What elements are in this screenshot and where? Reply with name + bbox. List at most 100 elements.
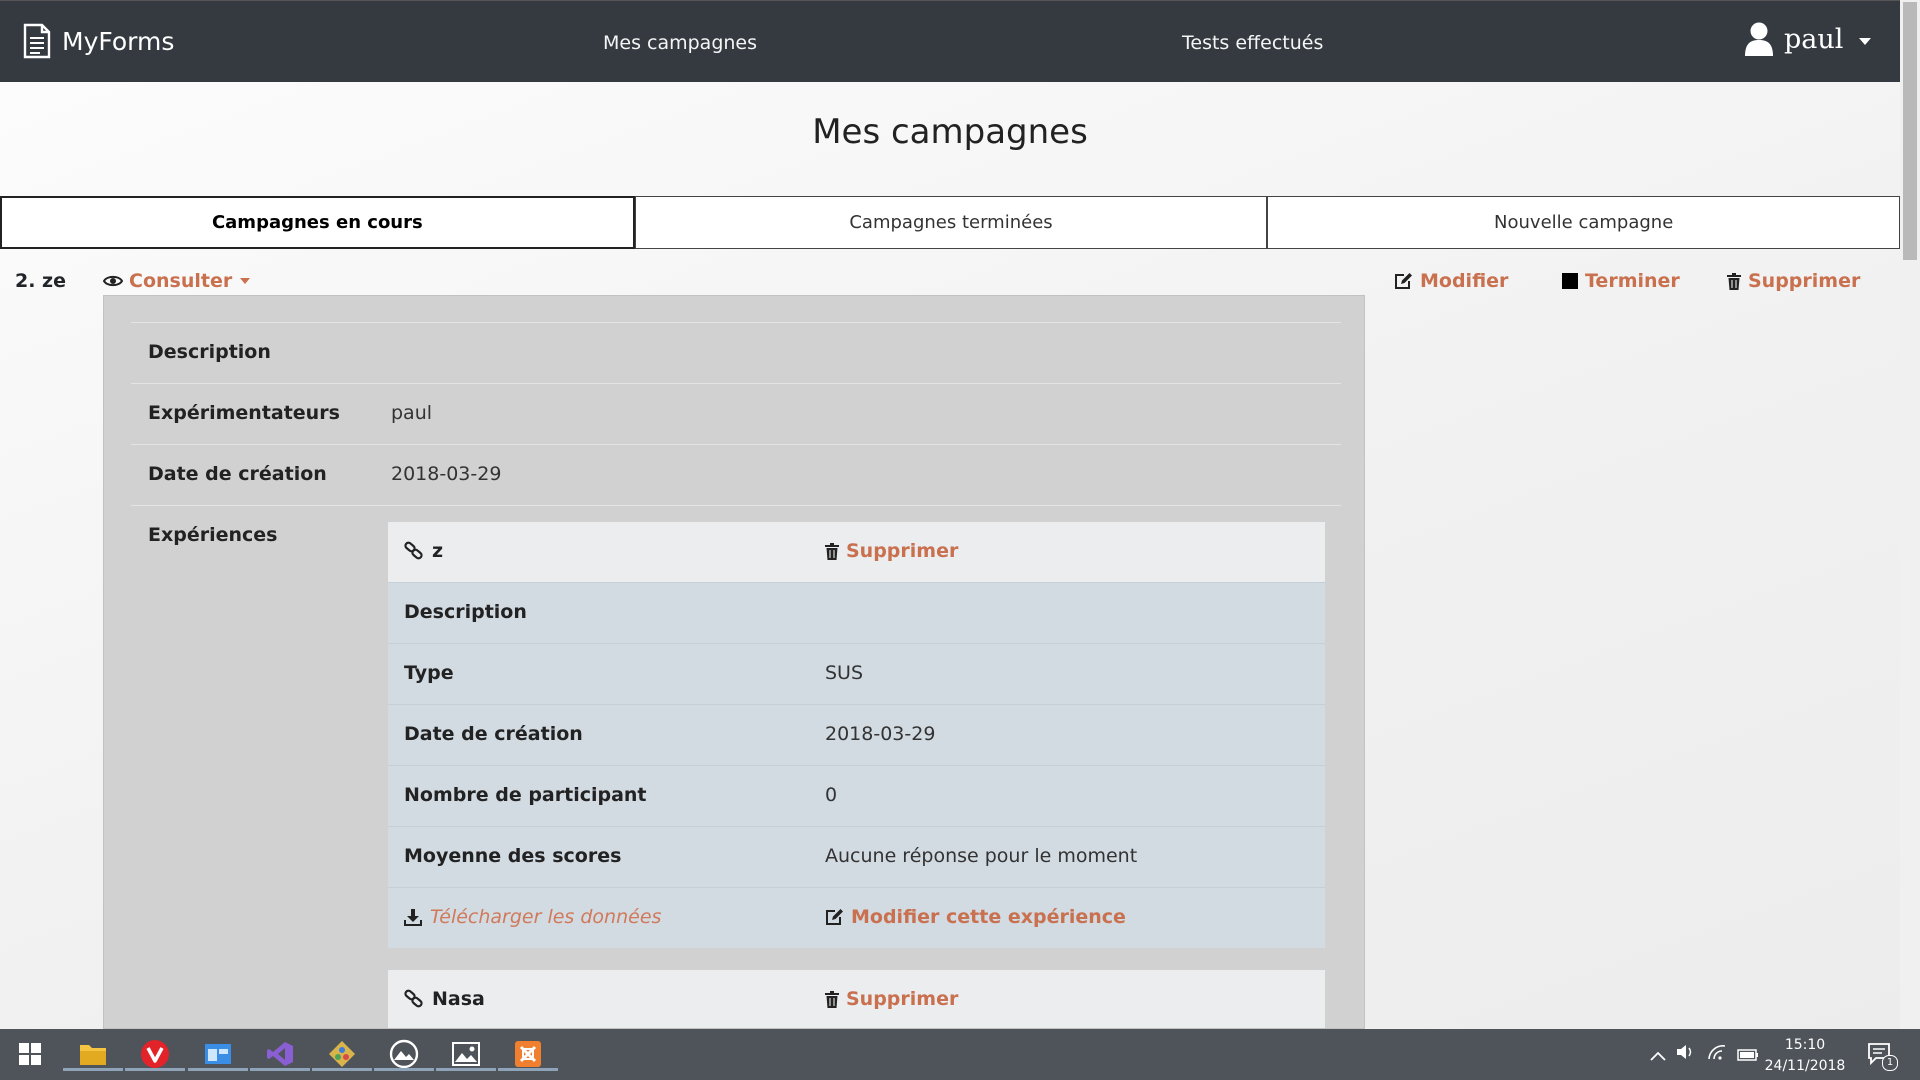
active-indicator bbox=[250, 1068, 310, 1071]
tab-campagnes-terminees[interactable]: Campagnes terminées bbox=[634, 196, 1268, 249]
detail-value: 2018-03-29 bbox=[391, 463, 502, 485]
diamond-app-icon bbox=[329, 1041, 355, 1067]
campaign-name: 2. ze bbox=[15, 270, 66, 292]
experience-row-label: Type bbox=[404, 662, 454, 684]
experience-row-scores: Moyenne des scores Aucune réponse pour l… bbox=[388, 826, 1325, 887]
image-icon bbox=[452, 1042, 480, 1066]
taskbar-visual-studio[interactable] bbox=[250, 1037, 310, 1071]
experience-row-value: SUS bbox=[825, 662, 864, 684]
experience-name: Nasa bbox=[432, 988, 485, 1010]
user-icon bbox=[1745, 22, 1773, 56]
nav-link-mes-campagnes[interactable]: Mes campagnes bbox=[603, 32, 757, 54]
active-indicator bbox=[188, 1068, 248, 1071]
experience-card: Nasa Supprimer bbox=[388, 970, 1325, 1028]
campaign-details-panel: Description Expérimentateurs paul Date d… bbox=[103, 295, 1365, 1029]
download-data-label: Télécharger les données bbox=[430, 906, 662, 928]
edit-experience-button[interactable]: Modifier cette expérience bbox=[825, 906, 1126, 928]
active-indicator bbox=[374, 1068, 434, 1071]
taskbar-vivaldi[interactable] bbox=[125, 1037, 185, 1071]
edit-icon bbox=[1395, 273, 1412, 289]
experience-row-value: 2018-03-29 bbox=[825, 723, 936, 745]
experience-link[interactable]: z bbox=[404, 540, 443, 562]
experience-row-label: Date de création bbox=[404, 723, 583, 745]
finish-campaign-label: Terminer bbox=[1585, 270, 1680, 292]
active-indicator bbox=[63, 1068, 123, 1071]
taskbar-xampp[interactable] bbox=[498, 1037, 558, 1071]
tab-campagnes-en-cours[interactable]: Campagnes en cours bbox=[0, 196, 635, 249]
taskbar-app-window[interactable] bbox=[188, 1037, 248, 1071]
user-name: paul bbox=[1784, 23, 1844, 55]
experience-row-date-creation: Date de création 2018-03-29 bbox=[388, 704, 1325, 765]
delete-campaign-label: Supprimer bbox=[1748, 270, 1861, 292]
consult-dropdown[interactable]: Consulter bbox=[103, 270, 251, 292]
finish-campaign-button[interactable]: Terminer bbox=[1562, 270, 1680, 292]
detail-row-experimentateurs: Expérimentateurs paul bbox=[131, 383, 1341, 443]
detail-label: Expérimentateurs bbox=[148, 402, 340, 424]
window-app-icon bbox=[205, 1044, 231, 1064]
experience-header: z Supprimer bbox=[388, 522, 1325, 582]
experience-row-label: Nombre de participant bbox=[404, 784, 647, 806]
experience-row-type: Type SUS bbox=[388, 643, 1325, 704]
download-icon bbox=[404, 908, 422, 926]
consult-label: Consulter bbox=[129, 270, 233, 292]
taskbar-app-round[interactable] bbox=[374, 1037, 434, 1071]
volume-icon[interactable] bbox=[1676, 1044, 1696, 1064]
nav-link-tests-effectues[interactable]: Tests effectués bbox=[1182, 32, 1323, 54]
notification-center-button[interactable]: 1 bbox=[1868, 1043, 1898, 1071]
vivaldi-icon bbox=[141, 1040, 169, 1068]
campaign-tabs: Campagnes en cours Campagnes terminées N… bbox=[0, 196, 1901, 249]
wifi-icon[interactable] bbox=[1707, 1044, 1727, 1064]
trash-icon bbox=[825, 990, 839, 1008]
folder-icon bbox=[80, 1045, 106, 1065]
xampp-icon bbox=[515, 1041, 541, 1067]
chevron-down-icon bbox=[1859, 37, 1872, 45]
delete-experience-button[interactable]: Supprimer bbox=[825, 988, 958, 1010]
active-indicator bbox=[436, 1068, 496, 1071]
active-indicator bbox=[125, 1068, 185, 1071]
mountain-circle-icon bbox=[389, 1039, 419, 1069]
taskbar-clock[interactable]: 15:10 24/11/2018 bbox=[1745, 1035, 1865, 1077]
experience-row-value: Aucune réponse pour le moment bbox=[825, 845, 1138, 867]
active-indicator bbox=[498, 1068, 558, 1071]
visual-studio-icon bbox=[267, 1042, 293, 1066]
download-data-link[interactable]: Télécharger les données bbox=[404, 906, 661, 928]
edit-campaign-button[interactable]: Modifier bbox=[1394, 270, 1508, 292]
delete-experience-label: Supprimer bbox=[846, 988, 959, 1010]
taskbar: 15:10 24/11/2018 1 bbox=[0, 1029, 1920, 1080]
experience-name: z bbox=[432, 540, 444, 562]
edit-campaign-label: Modifier bbox=[1420, 270, 1509, 292]
experience-link[interactable]: Nasa bbox=[404, 988, 485, 1010]
experience-row-participants: Nombre de participant 0 bbox=[388, 765, 1325, 826]
brand-link[interactable]: MyForms bbox=[22, 23, 174, 59]
delete-experience-button[interactable]: Supprimer bbox=[825, 540, 958, 562]
chevron-down-icon bbox=[240, 278, 251, 284]
user-menu[interactable]: paul bbox=[1744, 21, 1872, 57]
delete-experience-label: Supprimer bbox=[846, 540, 959, 562]
experience-row-label: Moyenne des scores bbox=[404, 845, 622, 867]
chevron-up-icon[interactable] bbox=[1650, 1046, 1666, 1065]
notification-count: 1 bbox=[1882, 1055, 1898, 1071]
clock-time: 15:10 bbox=[1784, 1037, 1826, 1053]
scrollbar-thumb[interactable] bbox=[1903, 2, 1917, 260]
detail-row-description: Description bbox=[131, 322, 1341, 382]
document-icon bbox=[23, 23, 51, 59]
taskbar-photos[interactable] bbox=[436, 1037, 496, 1071]
taskbar-sourcetree[interactable] bbox=[312, 1037, 372, 1071]
taskbar-file-explorer[interactable] bbox=[63, 1037, 123, 1071]
stop-icon bbox=[1562, 273, 1578, 289]
edit-experience-label: Modifier cette expérience bbox=[851, 906, 1126, 928]
link-icon bbox=[404, 989, 423, 1008]
trash-icon bbox=[825, 542, 839, 560]
brand-name: MyForms bbox=[62, 26, 175, 56]
edit-icon bbox=[826, 909, 843, 925]
detail-label: Description bbox=[148, 341, 271, 363]
delete-campaign-button[interactable]: Supprimer bbox=[1727, 270, 1860, 292]
tab-nouvelle-campagne[interactable]: Nouvelle campagne bbox=[1267, 196, 1901, 249]
detail-label: Expériences bbox=[148, 524, 278, 546]
experience-row-label: Description bbox=[404, 601, 527, 623]
windows-icon bbox=[19, 1043, 41, 1065]
experience-header: Nasa Supprimer bbox=[388, 970, 1325, 1028]
start-button[interactable] bbox=[12, 1037, 48, 1071]
eye-icon bbox=[103, 275, 123, 287]
navbar: MyForms Mes campagnes Tests effectués pa… bbox=[0, 0, 1900, 82]
